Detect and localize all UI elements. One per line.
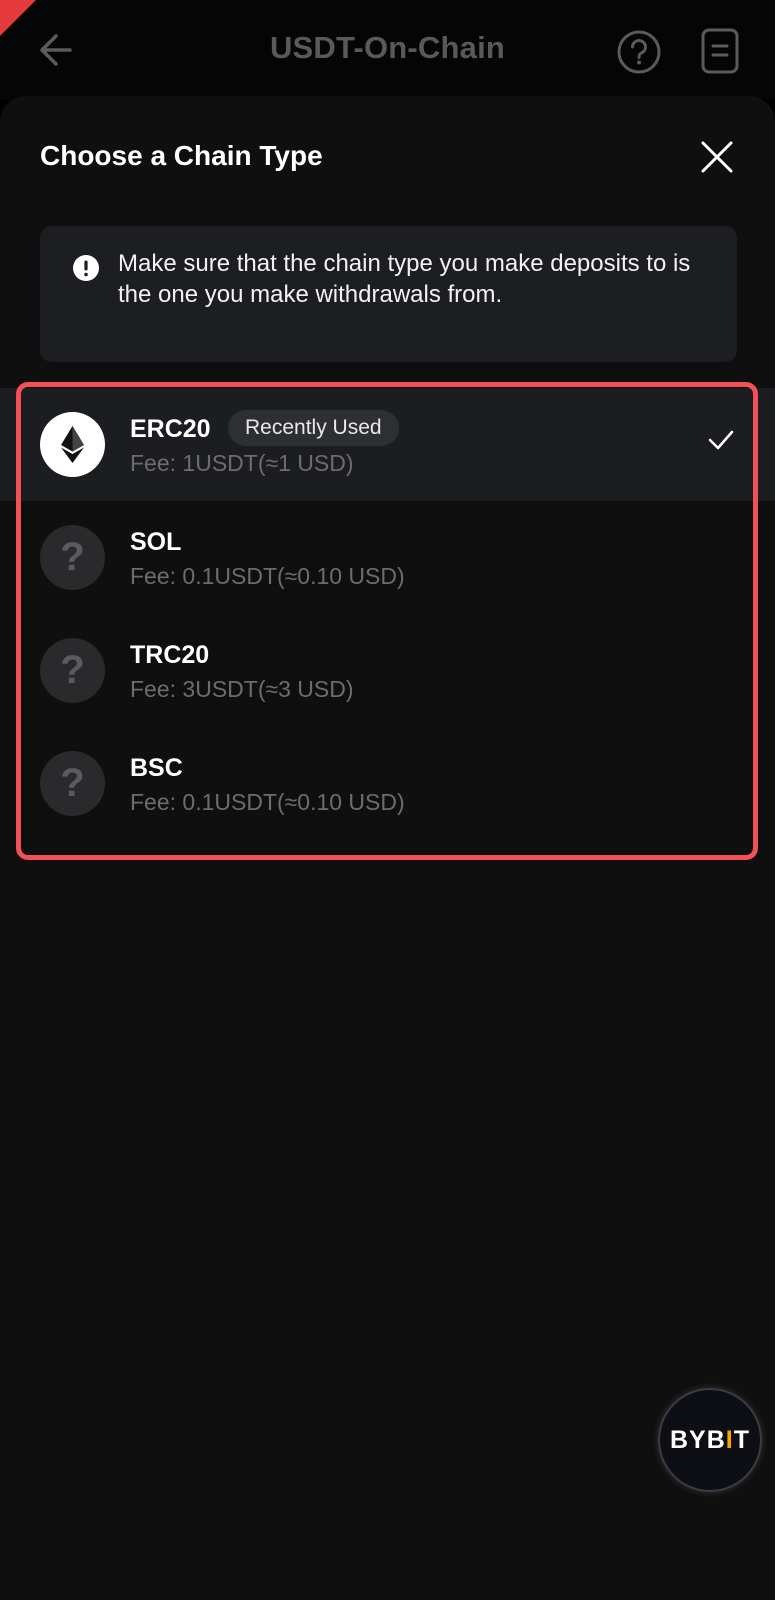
chain-name: SOL <box>130 528 182 556</box>
logo-text-a: BYB <box>669 1426 726 1454</box>
logo-accent-bar: I <box>725 1426 734 1454</box>
chain-fee: Fee: 1USDT(≈1 USD) <box>130 450 354 476</box>
chain-fee: Fee: 0.1USDT(≈0.10 USD) <box>130 789 405 815</box>
recently-used-badge: Recently Used <box>228 410 399 446</box>
chain-option-trc20[interactable]: ? TRC20 Fee: 3USDT(≈3 USD) <box>0 614 775 727</box>
chain-type-sheet: Choose a Chain Type Make sure that the c… <box>0 96 775 1600</box>
chain-option-erc20[interactable]: ERC20 Recently Used Fee: 1USDT(≈1 USD) <box>0 388 775 501</box>
exclamation-icon <box>73 255 99 281</box>
bybit-logo: BYBIT <box>658 1388 762 1492</box>
chain-name: ERC20 <box>130 415 211 443</box>
ethereum-icon <box>40 412 105 477</box>
chain-fee: Fee: 0.1USDT(≈0.10 USD) <box>130 563 405 589</box>
chain-fee: Fee: 3USDT(≈3 USD) <box>130 676 354 702</box>
checkmark-icon <box>708 430 734 450</box>
unknown-token-icon: ? <box>40 638 105 703</box>
help-icon[interactable] <box>616 29 662 75</box>
logo-text-c: T <box>733 1426 751 1454</box>
records-icon[interactable] <box>700 27 740 75</box>
chain-name: BSC <box>130 754 183 782</box>
chain-list: ERC20 Recently Used Fee: 1USDT(≈1 USD) ?… <box>0 388 775 840</box>
chain-option-bsc[interactable]: ? BSC Fee: 0.1USDT(≈0.10 USD) <box>0 727 775 840</box>
notice-text: Make sure that the chain type you make d… <box>118 250 691 308</box>
notice-box: Make sure that the chain type you make d… <box>40 226 737 362</box>
unknown-token-icon: ? <box>40 751 105 816</box>
app-bar: USDT-On-Chain <box>0 0 775 100</box>
close-icon[interactable] <box>700 140 734 174</box>
corner-flag <box>0 0 36 36</box>
chain-option-sol[interactable]: ? SOL Fee: 0.1USDT(≈0.10 USD) <box>0 501 775 614</box>
sheet-title: Choose a Chain Type <box>40 140 323 171</box>
chain-name: TRC20 <box>130 641 210 669</box>
unknown-token-icon: ? <box>40 525 105 590</box>
